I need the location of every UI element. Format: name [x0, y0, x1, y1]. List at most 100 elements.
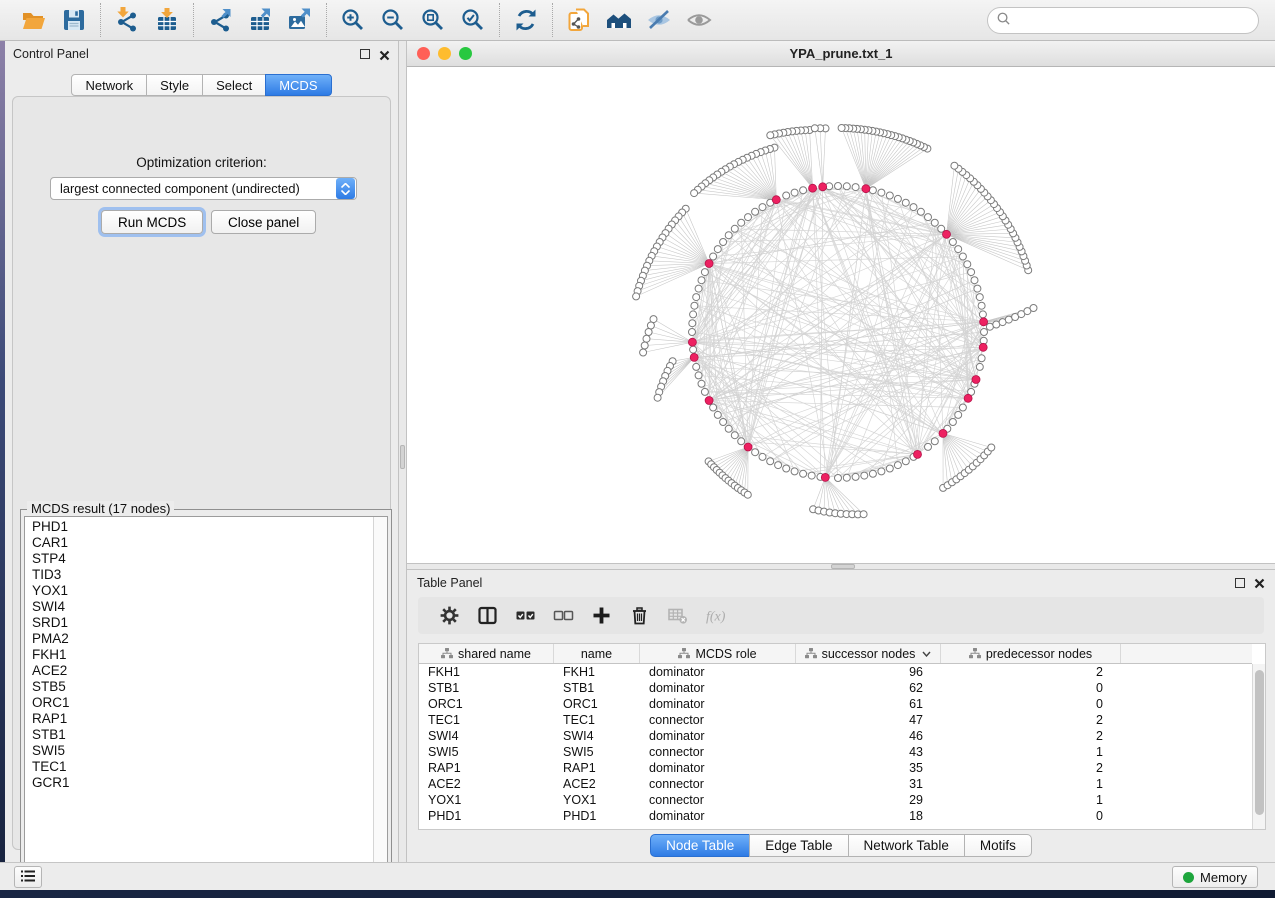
table-cell[interactable]: 31	[796, 777, 941, 791]
add-column-icon[interactable]	[584, 601, 618, 631]
table-cell[interactable]: YOX1	[419, 793, 554, 807]
mcds-result-item[interactable]: ORC1	[32, 695, 387, 711]
tab-network[interactable]: Network	[71, 74, 147, 96]
mcds-result-item[interactable]: CAR1	[32, 535, 387, 551]
close-panel-button[interactable]: Close panel	[211, 210, 316, 234]
close-table-panel-icon[interactable]	[1254, 577, 1265, 588]
column-header-shared-name[interactable]: shared name	[419, 644, 554, 663]
mcds-result-item[interactable]: SWI5	[32, 743, 387, 759]
table-row[interactable]: STB1STB1dominator620	[419, 680, 1252, 696]
table-cell[interactable]: 96	[796, 665, 941, 679]
table-cell[interactable]: connector	[640, 745, 796, 759]
table-cell[interactable]: 1	[941, 777, 1121, 791]
mcds-result-item[interactable]: SWI4	[32, 599, 387, 615]
table-cell[interactable]: 0	[941, 809, 1121, 823]
horizontal-splitter[interactable]	[407, 563, 1275, 570]
table-row[interactable]: YOX1YOX1connector291	[419, 792, 1252, 808]
table-row[interactable]: ORC1ORC1dominator610	[419, 696, 1252, 712]
table-cell[interactable]: dominator	[640, 681, 796, 695]
table-options-icon[interactable]	[432, 601, 466, 631]
table-cell[interactable]: ACE2	[419, 777, 554, 791]
table-cell[interactable]: PHD1	[554, 809, 640, 823]
table-cell[interactable]: 2	[941, 761, 1121, 775]
first-neighbors-icon[interactable]	[599, 5, 639, 35]
table-cell[interactable]: dominator	[640, 665, 796, 679]
table-cell[interactable]: TEC1	[554, 713, 640, 727]
table-cell[interactable]: 1	[941, 745, 1121, 759]
table-cell[interactable]: 2	[941, 713, 1121, 727]
table-cell[interactable]: FKH1	[419, 665, 554, 679]
mcds-result-item[interactable]: TID3	[32, 567, 387, 583]
zoom-fit-icon[interactable]	[413, 5, 453, 35]
tab-select[interactable]: Select	[202, 74, 266, 96]
export-table-icon[interactable]	[240, 5, 280, 35]
import-table-icon[interactable]	[147, 5, 187, 35]
import-network-icon[interactable]	[107, 5, 147, 35]
table-cell[interactable]: 46	[796, 729, 941, 743]
tab-motifs[interactable]: Motifs	[964, 834, 1032, 857]
search-input[interactable]	[1017, 13, 1250, 28]
mcds-result-list[interactable]: PHD1CAR1STP4TID3YOX1SWI4SRD1PMA2FKH1ACE2…	[24, 516, 388, 877]
node-table[interactable]: shared namenameMCDS rolesuccessor nodesp…	[418, 643, 1266, 830]
table-cell[interactable]: YOX1	[554, 793, 640, 807]
table-cell[interactable]: 62	[796, 681, 941, 695]
network-window-titlebar[interactable]: YPA_prune.txt_1	[407, 41, 1275, 67]
tab-network-table[interactable]: Network Table	[848, 834, 965, 857]
horizontal-splitter-handle[interactable]	[831, 564, 855, 569]
hide-selected-icon[interactable]	[639, 5, 679, 35]
table-row[interactable]: FKH1FKH1dominator962	[419, 664, 1252, 680]
tab-edge-table[interactable]: Edge Table	[749, 834, 848, 857]
memory-button[interactable]: Memory	[1172, 866, 1258, 888]
delete-column-icon[interactable]	[622, 601, 656, 631]
table-cell[interactable]: FKH1	[554, 665, 640, 679]
vertical-splitter-handle[interactable]	[400, 445, 405, 469]
column-header-predecessor-nodes[interactable]: predecessor nodes	[941, 644, 1121, 663]
table-row[interactable]: SWI4SWI4dominator462	[419, 728, 1252, 744]
table-cell[interactable]: SWI5	[554, 745, 640, 759]
tab-node-table[interactable]: Node Table	[650, 834, 750, 857]
table-cell[interactable]: 61	[796, 697, 941, 711]
table-cell[interactable]: connector	[640, 777, 796, 791]
table-cell[interactable]: dominator	[640, 697, 796, 711]
table-cell[interactable]: ORC1	[554, 697, 640, 711]
mcds-result-item[interactable]: PHD1	[32, 519, 387, 535]
float-table-panel-icon[interactable]	[1235, 578, 1245, 588]
table-cell[interactable]: dominator	[640, 729, 796, 743]
select-all-columns-icon[interactable]	[508, 601, 542, 631]
mcds-result-item[interactable]: ACE2	[32, 663, 387, 679]
table-scrollbar[interactable]	[1252, 664, 1265, 829]
table-cell[interactable]: connector	[640, 793, 796, 807]
table-cell[interactable]: dominator	[640, 809, 796, 823]
float-panel-icon[interactable]	[360, 49, 370, 59]
zoom-in-icon[interactable]	[333, 5, 373, 35]
show-columns-icon[interactable]	[470, 601, 504, 631]
table-cell[interactable]: STB1	[554, 681, 640, 695]
criterion-dropdown[interactable]: largest connected component (undirected)	[50, 177, 357, 200]
mcds-result-item[interactable]: STB5	[32, 679, 387, 695]
mcds-result-item[interactable]: RAP1	[32, 711, 387, 727]
run-mcds-button[interactable]: Run MCDS	[101, 210, 203, 234]
table-cell[interactable]: RAP1	[419, 761, 554, 775]
column-header-MCDS-role[interactable]: MCDS role	[640, 644, 796, 663]
export-network-icon[interactable]	[200, 5, 240, 35]
column-header-successor-nodes[interactable]: successor nodes	[796, 644, 941, 663]
search-box[interactable]	[987, 7, 1259, 34]
table-cell[interactable]: 43	[796, 745, 941, 759]
table-cell[interactable]: connector	[640, 713, 796, 727]
mcds-list-scrollbar[interactable]	[373, 517, 387, 876]
table-row[interactable]: RAP1RAP1dominator352	[419, 760, 1252, 776]
open-file-icon[interactable]	[14, 5, 54, 35]
mcds-result-item[interactable]: TEC1	[32, 759, 387, 775]
unselect-all-columns-icon[interactable]	[546, 601, 580, 631]
export-image-icon[interactable]	[280, 5, 320, 35]
mcds-result-item[interactable]: STP4	[32, 551, 387, 567]
table-cell[interactable]: 47	[796, 713, 941, 727]
table-cell[interactable]: RAP1	[554, 761, 640, 775]
network-list-button[interactable]	[14, 866, 42, 888]
tab-mcds[interactable]: MCDS	[265, 74, 331, 96]
mcds-result-item[interactable]: STB1	[32, 727, 387, 743]
table-scrollbar-thumb[interactable]	[1255, 670, 1264, 815]
table-cell[interactable]: SWI4	[419, 729, 554, 743]
save-session-icon[interactable]	[54, 5, 94, 35]
tab-style[interactable]: Style	[146, 74, 203, 96]
